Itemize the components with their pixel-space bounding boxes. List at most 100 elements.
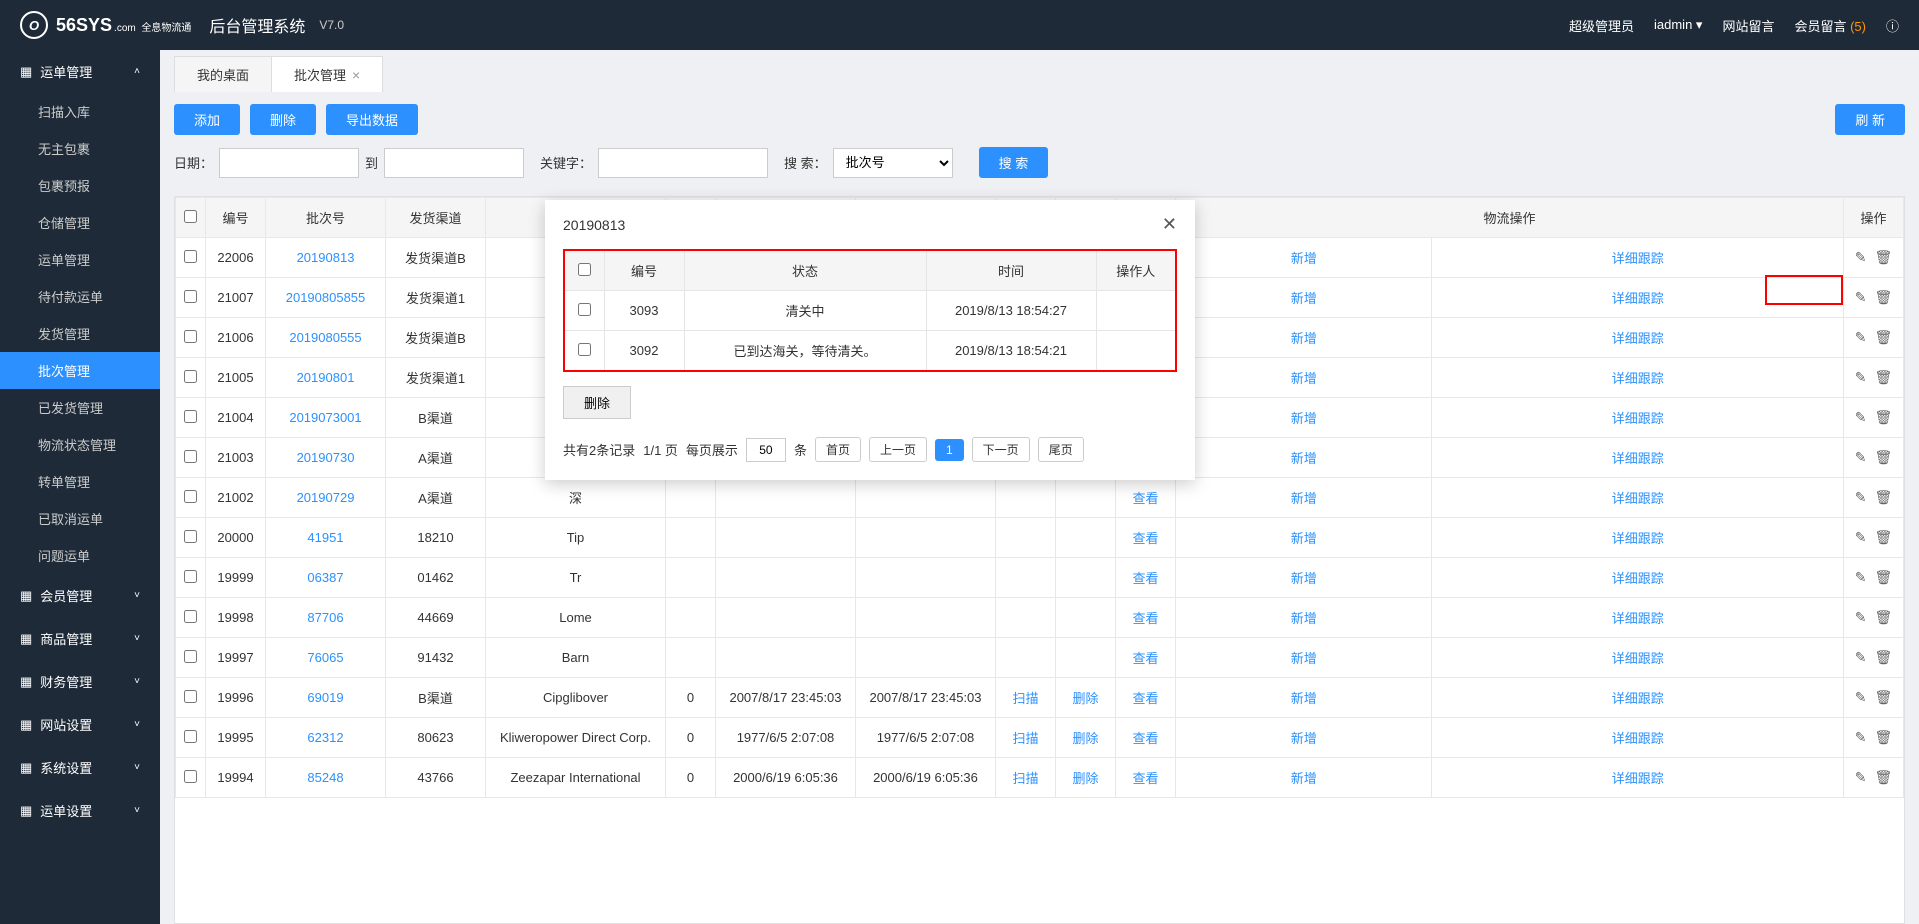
trash-icon[interactable]: 🗑 xyxy=(1874,529,1892,546)
view-link[interactable]: 查看 xyxy=(1132,651,1158,666)
sidebar-item-无主包裹[interactable]: 无主包裹 xyxy=(0,130,160,167)
scan-link[interactable]: 扫描 xyxy=(1012,731,1038,746)
sidebar-item-运单管理[interactable]: 运单管理 xyxy=(0,241,160,278)
add-link[interactable]: 新增 xyxy=(1291,251,1317,266)
select-all-checkbox[interactable] xyxy=(184,210,197,223)
menu-group-网站设置[interactable]: ▦ 网站设置˅ xyxy=(0,703,160,746)
keyword-input[interactable] xyxy=(598,148,768,178)
date-to-input[interactable] xyxy=(384,148,524,178)
add-link[interactable]: 新增 xyxy=(1291,651,1317,666)
track-link[interactable]: 详细跟踪 xyxy=(1612,731,1664,746)
row-checkbox[interactable] xyxy=(184,530,197,543)
sidebar-item-已取消运单[interactable]: 已取消运单 xyxy=(0,500,160,537)
track-link[interactable]: 详细跟踪 xyxy=(1612,771,1664,786)
row-checkbox[interactable] xyxy=(184,290,197,303)
row-checkbox[interactable] xyxy=(184,610,197,623)
sidebar-item-批次管理[interactable]: 批次管理 xyxy=(0,352,160,389)
add-link[interactable]: 新增 xyxy=(1291,451,1317,466)
trash-icon[interactable]: 🗑 xyxy=(1874,609,1892,626)
sidebar-item-已发货管理[interactable]: 已发货管理 xyxy=(0,389,160,426)
edit-icon[interactable]: ✎ xyxy=(1855,689,1867,706)
batch-link[interactable]: 62312 xyxy=(307,730,343,745)
add-link[interactable]: 新增 xyxy=(1291,291,1317,306)
track-link[interactable]: 详细跟踪 xyxy=(1612,531,1664,546)
edit-icon[interactable]: ✎ xyxy=(1855,369,1867,386)
track-link[interactable]: 详细跟踪 xyxy=(1612,371,1664,386)
batch-link[interactable]: 69019 xyxy=(307,690,343,705)
track-link[interactable]: 详细跟踪 xyxy=(1612,331,1664,346)
trash-icon[interactable]: 🗑 xyxy=(1874,489,1892,506)
batch-link[interactable]: 87706 xyxy=(307,610,343,625)
site-msg-link[interactable]: 网站留言 xyxy=(1722,16,1774,35)
page-size-input[interactable] xyxy=(746,438,786,462)
view-link[interactable]: 查看 xyxy=(1132,571,1158,586)
modal-row-checkbox[interactable] xyxy=(578,303,591,316)
edit-icon[interactable]: ✎ xyxy=(1855,289,1867,306)
trash-icon[interactable]: 🗑 xyxy=(1874,769,1892,786)
menu-group-系统设置[interactable]: ▦ 系统设置˅ xyxy=(0,746,160,789)
sidebar-item-待付款运单[interactable]: 待付款运单 xyxy=(0,278,160,315)
sidebar-item-物流状态管理[interactable]: 物流状态管理 xyxy=(0,426,160,463)
track-link[interactable]: 详细跟踪 xyxy=(1612,651,1664,666)
sidebar-item-发货管理[interactable]: 发货管理 xyxy=(0,315,160,352)
edit-icon[interactable]: ✎ xyxy=(1855,249,1867,266)
add-link[interactable]: 新增 xyxy=(1291,691,1317,706)
view-link[interactable]: 查看 xyxy=(1132,611,1158,626)
menu-group-运单设置[interactable]: ▦ 运单设置˅ xyxy=(0,789,160,832)
scan-link[interactable]: 扫描 xyxy=(1012,771,1038,786)
batch-link[interactable]: 2019073001 xyxy=(289,410,361,425)
user-menu[interactable]: iadmin ▾ xyxy=(1654,17,1702,33)
scan-link[interactable]: 扫描 xyxy=(1012,691,1038,706)
trash-icon[interactable]: 🗑 xyxy=(1874,569,1892,586)
edit-icon[interactable]: ✎ xyxy=(1855,449,1867,466)
view-link[interactable]: 查看 xyxy=(1132,691,1158,706)
menu-group-会员管理[interactable]: ▦ 会员管理˅ xyxy=(0,574,160,617)
row-checkbox[interactable] xyxy=(184,330,197,343)
add-link[interactable]: 新增 xyxy=(1291,491,1317,506)
help-icon[interactable]: ⓘ xyxy=(1886,16,1899,35)
batch-link[interactable]: 20190730 xyxy=(297,450,355,465)
track-link[interactable]: 详细跟踪 xyxy=(1612,411,1664,426)
sidebar-item-转单管理[interactable]: 转单管理 xyxy=(0,463,160,500)
row-checkbox[interactable] xyxy=(184,770,197,783)
edit-icon[interactable]: ✎ xyxy=(1855,529,1867,546)
edit-icon[interactable]: ✎ xyxy=(1855,569,1867,586)
track-link[interactable]: 详细跟踪 xyxy=(1612,251,1664,266)
tab-我的桌面[interactable]: 我的桌面 xyxy=(174,56,272,92)
refresh-button[interactable]: 刷 新 xyxy=(1835,104,1905,135)
batch-link[interactable]: 20190805855 xyxy=(286,290,366,305)
add-link[interactable]: 新增 xyxy=(1291,371,1317,386)
trash-icon[interactable]: 🗑 xyxy=(1874,369,1892,386)
modal-select-all[interactable] xyxy=(578,263,591,276)
add-link[interactable]: 新增 xyxy=(1291,771,1317,786)
edit-icon[interactable]: ✎ xyxy=(1855,489,1867,506)
track-link[interactable]: 详细跟踪 xyxy=(1612,451,1664,466)
edit-icon[interactable]: ✎ xyxy=(1855,769,1867,786)
prev-page-button[interactable]: 上一页 xyxy=(869,437,927,462)
date-from-input[interactable] xyxy=(219,148,359,178)
track-link[interactable]: 详细跟踪 xyxy=(1612,571,1664,586)
add-link[interactable]: 新增 xyxy=(1291,331,1317,346)
add-link[interactable]: 新增 xyxy=(1291,571,1317,586)
modal-row-checkbox[interactable] xyxy=(578,343,591,356)
search-button[interactable]: 搜 索 xyxy=(979,147,1049,178)
edit-icon[interactable]: ✎ xyxy=(1855,409,1867,426)
sidebar-item-问题运单[interactable]: 问题运单 xyxy=(0,537,160,574)
add-link[interactable]: 新增 xyxy=(1291,531,1317,546)
close-icon[interactable]: × xyxy=(352,67,360,83)
menu-group-财务管理[interactable]: ▦ 财务管理˅ xyxy=(0,660,160,703)
track-link[interactable]: 详细跟踪 xyxy=(1612,611,1664,626)
row-checkbox[interactable] xyxy=(184,650,197,663)
edit-icon[interactable]: ✎ xyxy=(1855,649,1867,666)
row-checkbox[interactable] xyxy=(184,570,197,583)
track-link[interactable]: 详细跟踪 xyxy=(1612,491,1664,506)
add-link[interactable]: 新增 xyxy=(1291,411,1317,426)
batch-link[interactable]: 20190729 xyxy=(297,490,355,505)
row-delete-link[interactable]: 删除 xyxy=(1072,731,1098,746)
delete-button[interactable]: 删除 xyxy=(250,104,316,135)
batch-link[interactable]: 20190813 xyxy=(297,250,355,265)
search-type-select[interactable]: 批次号 xyxy=(833,148,953,178)
member-msg-link[interactable]: 会员留言 (5) xyxy=(1794,16,1866,35)
batch-link[interactable]: 06387 xyxy=(307,570,343,585)
edit-icon[interactable]: ✎ xyxy=(1855,729,1867,746)
